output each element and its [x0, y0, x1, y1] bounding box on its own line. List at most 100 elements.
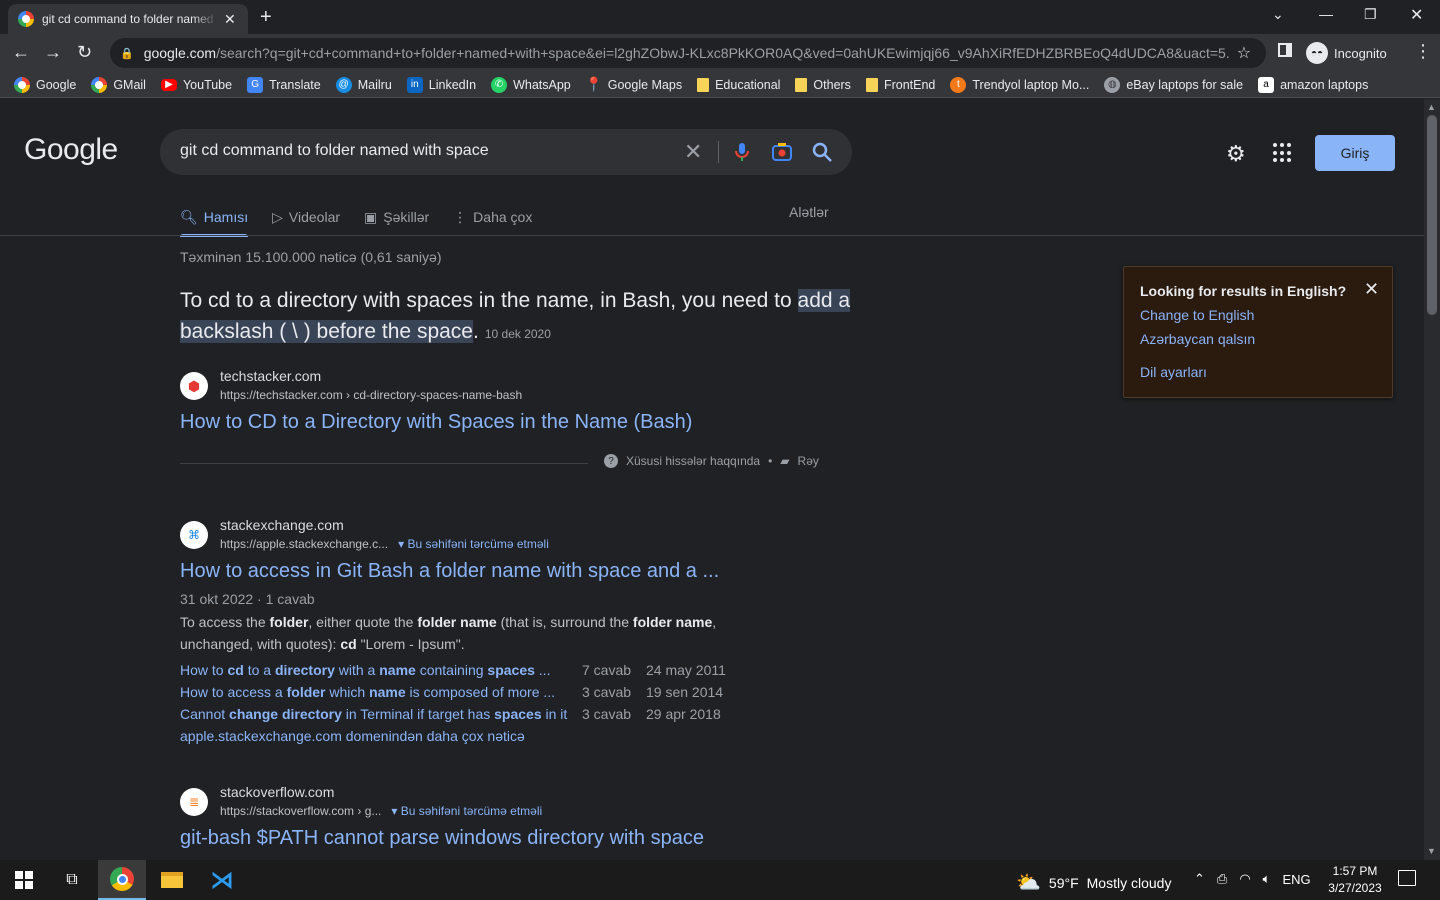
stackexchange-favicon-icon[interactable]: ⌘ [180, 521, 208, 549]
chevron-up-icon[interactable]: ⌃ [1194, 871, 1205, 887]
search-input[interactable]: git cd command to folder named with spac… [180, 142, 489, 160]
bookmark-mailru[interactable]: @ Mailru [335, 76, 392, 93]
result-meta: 31 okt 2022 · 1 cavab [180, 591, 315, 607]
header-divider [0, 235, 1424, 236]
browser-tab[interactable]: git cd command to folder named with spac… [8, 4, 248, 34]
tab-search-icon[interactable]: ⌄ [1272, 6, 1284, 23]
restore-button[interactable]: ❐ [1364, 6, 1377, 23]
bookmark-linkedin[interactable]: in LinkedIn [406, 76, 476, 93]
featured-footer: ? Xüsusi hissələr haqqında • ▰ Rəy [604, 454, 819, 468]
microphone-icon[interactable] [730, 140, 754, 164]
stackoverflow-favicon-icon[interactable]: ≣ [180, 788, 208, 816]
bookmark-ebay[interactable]: ◍ eBay laptops for sale [1104, 76, 1243, 93]
taskbar-clock[interactable]: 1:57 PM 3/27/2023 [1322, 863, 1388, 897]
result-site[interactable]: stackoverflow.com [220, 784, 334, 800]
bookmark-whatsapp[interactable]: ✆ WhatsApp [491, 76, 571, 93]
result-title[interactable]: How to CD to a Directory with Spaces in … [180, 411, 692, 434]
tab-more[interactable]: ⋮ Daha çox [453, 203, 532, 231]
new-tab-button[interactable]: + [260, 6, 272, 29]
bookmark-educational[interactable]: Educational [697, 77, 780, 92]
weather-widget[interactable]: ⛅ 59°F Mostly cloudy [1016, 870, 1171, 895]
about-featured-link[interactable]: Xüsusi hissələr haqqında [626, 454, 760, 468]
browser-toolbar: ← → ↻ 🔒 google.com/search?q=git+cd+comma… [0, 34, 1440, 72]
bookmark-google[interactable]: Google [14, 76, 76, 93]
close-window-button[interactable]: ✕ [1410, 5, 1423, 25]
task-view-icon[interactable]: ⧉ [48, 860, 96, 900]
start-button[interactable] [0, 860, 48, 900]
more-results-link[interactable]: apple.stackexchange.com domenindən daha … [180, 728, 525, 744]
device-icon[interactable]: ⎙ [1217, 871, 1227, 887]
scroll-thumb[interactable] [1427, 115, 1437, 315]
bookmark-amazon[interactable]: a amazon laptops [1258, 76, 1368, 93]
forward-button[interactable]: → [44, 42, 62, 63]
tab-videos[interactable]: ▷ Videolar [272, 203, 340, 231]
minimize-button[interactable]: — [1319, 6, 1333, 22]
google-icon [91, 76, 108, 93]
url-text: google.com/search?q=git+cd+command+to+fo… [143, 45, 1229, 61]
techstacker-favicon-icon[interactable]: ⬢ [180, 372, 208, 400]
result-site[interactable]: stackexchange.com [220, 517, 344, 533]
sign-in-button[interactable]: Giriş [1315, 135, 1395, 171]
keep-azerbaijani-link[interactable]: Azərbaycan qalsın [1140, 331, 1255, 347]
incognito-icon: ◓◓ [1306, 42, 1328, 64]
page-scrollbar[interactable]: ▲ ▼ [1424, 99, 1440, 860]
sub-result-link[interactable]: How to cd to a directory with a name con… [180, 662, 550, 678]
bookmark-google-maps[interactable]: 📍 Google Maps [585, 76, 682, 93]
file-explorer-icon[interactable] [148, 860, 196, 900]
language-suggestion-box: Looking for results in English? ✕ Change… [1123, 266, 1393, 398]
incognito-indicator[interactable]: ◓◓ Incognito [1306, 38, 1387, 68]
bookmark-trendyol[interactable]: t Trendyol laptop Mo... [950, 76, 1089, 93]
scroll-down-icon[interactable]: ▼ [1427, 846, 1436, 856]
search-icon[interactable] [810, 140, 834, 164]
scroll-up-icon[interactable]: ▲ [1427, 102, 1436, 112]
translate-link[interactable]: ▾ Bu səhifəni tərcümə etməli [398, 537, 549, 551]
result-site[interactable]: techstacker.com [220, 368, 321, 384]
close-icon[interactable]: ✕ [1364, 279, 1379, 300]
volume-icon[interactable]: 🔈︎ [1263, 871, 1271, 887]
notification-icon[interactable] [1398, 870, 1416, 886]
bookmark-star-icon[interactable]: ☆ [1237, 43, 1251, 63]
amazon-icon: a [1258, 76, 1275, 93]
bookmark-translate[interactable]: G Translate [247, 76, 321, 93]
menu-icon[interactable]: ⋮ [1414, 41, 1432, 62]
tab-title: git cd command to folder named with spac… [42, 12, 218, 26]
translate-link[interactable]: ▾ Bu səhifəni tərcümə etməli [391, 804, 542, 818]
weather-temp: 59°F [1048, 874, 1079, 891]
whatsapp-icon: ✆ [491, 76, 508, 93]
result-title[interactable]: git-bash $PATH cannot parse windows dire… [180, 827, 704, 850]
change-to-english-link[interactable]: Change to English [1140, 307, 1254, 323]
sub-result-answers: 7 cavab [582, 662, 632, 678]
search-box[interactable]: git cd command to folder named with spac… [160, 129, 852, 175]
vscode-icon[interactable]: ⋊ [198, 860, 246, 900]
bookmark-others[interactable]: Others [795, 77, 851, 92]
translate-icon: G [247, 76, 264, 93]
google-logo[interactable]: Google [24, 133, 118, 167]
bookmark-youtube[interactable]: ▶ YouTube [160, 78, 232, 92]
bookmark-frontend[interactable]: FrontEnd [865, 77, 935, 92]
side-panel-icon[interactable] [1278, 43, 1292, 57]
sub-result-link[interactable]: How to access a folder which name is com… [180, 684, 555, 700]
lock-icon[interactable]: 🔒 [120, 47, 134, 60]
feedback-link[interactable]: Rəy [798, 454, 819, 468]
bookmark-gmail[interactable]: GMail [91, 76, 146, 93]
camera-icon[interactable] [770, 140, 794, 164]
google-apps-icon[interactable] [1273, 143, 1293, 163]
wifi-icon[interactable]: ◠ [1239, 871, 1250, 887]
reload-button[interactable]: ↻ [77, 42, 92, 63]
tab-images[interactable]: ▣ Şəkillər [364, 203, 429, 231]
address-bar[interactable]: 🔒 google.com/search?q=git+cd+command+to+… [110, 38, 1266, 68]
tools-button[interactable]: Alətlər [789, 204, 829, 220]
featured-snippet: To cd to a directory with spaces in the … [180, 289, 851, 343]
tab-all[interactable]: 🔍︎ Hamısı [180, 203, 249, 237]
close-tab-icon[interactable]: ✕ [224, 11, 236, 28]
google-icon [14, 76, 30, 93]
language-indicator[interactable]: ENG [1282, 872, 1310, 887]
back-button[interactable]: ← [12, 42, 30, 63]
chrome-taskbar-icon[interactable] [98, 860, 146, 900]
clear-icon[interactable]: ✕ [684, 139, 702, 165]
result-url[interactable]: https://techstacker.com › cd-directory-s… [220, 388, 522, 402]
settings-gear-icon[interactable]: ⚙ [1226, 141, 1246, 167]
language-settings-link[interactable]: Dil ayarları [1140, 364, 1207, 380]
result-title[interactable]: How to access in Git Bash a folder name … [180, 560, 719, 583]
sub-result-link[interactable]: Cannot change directory in Terminal if t… [180, 706, 567, 722]
